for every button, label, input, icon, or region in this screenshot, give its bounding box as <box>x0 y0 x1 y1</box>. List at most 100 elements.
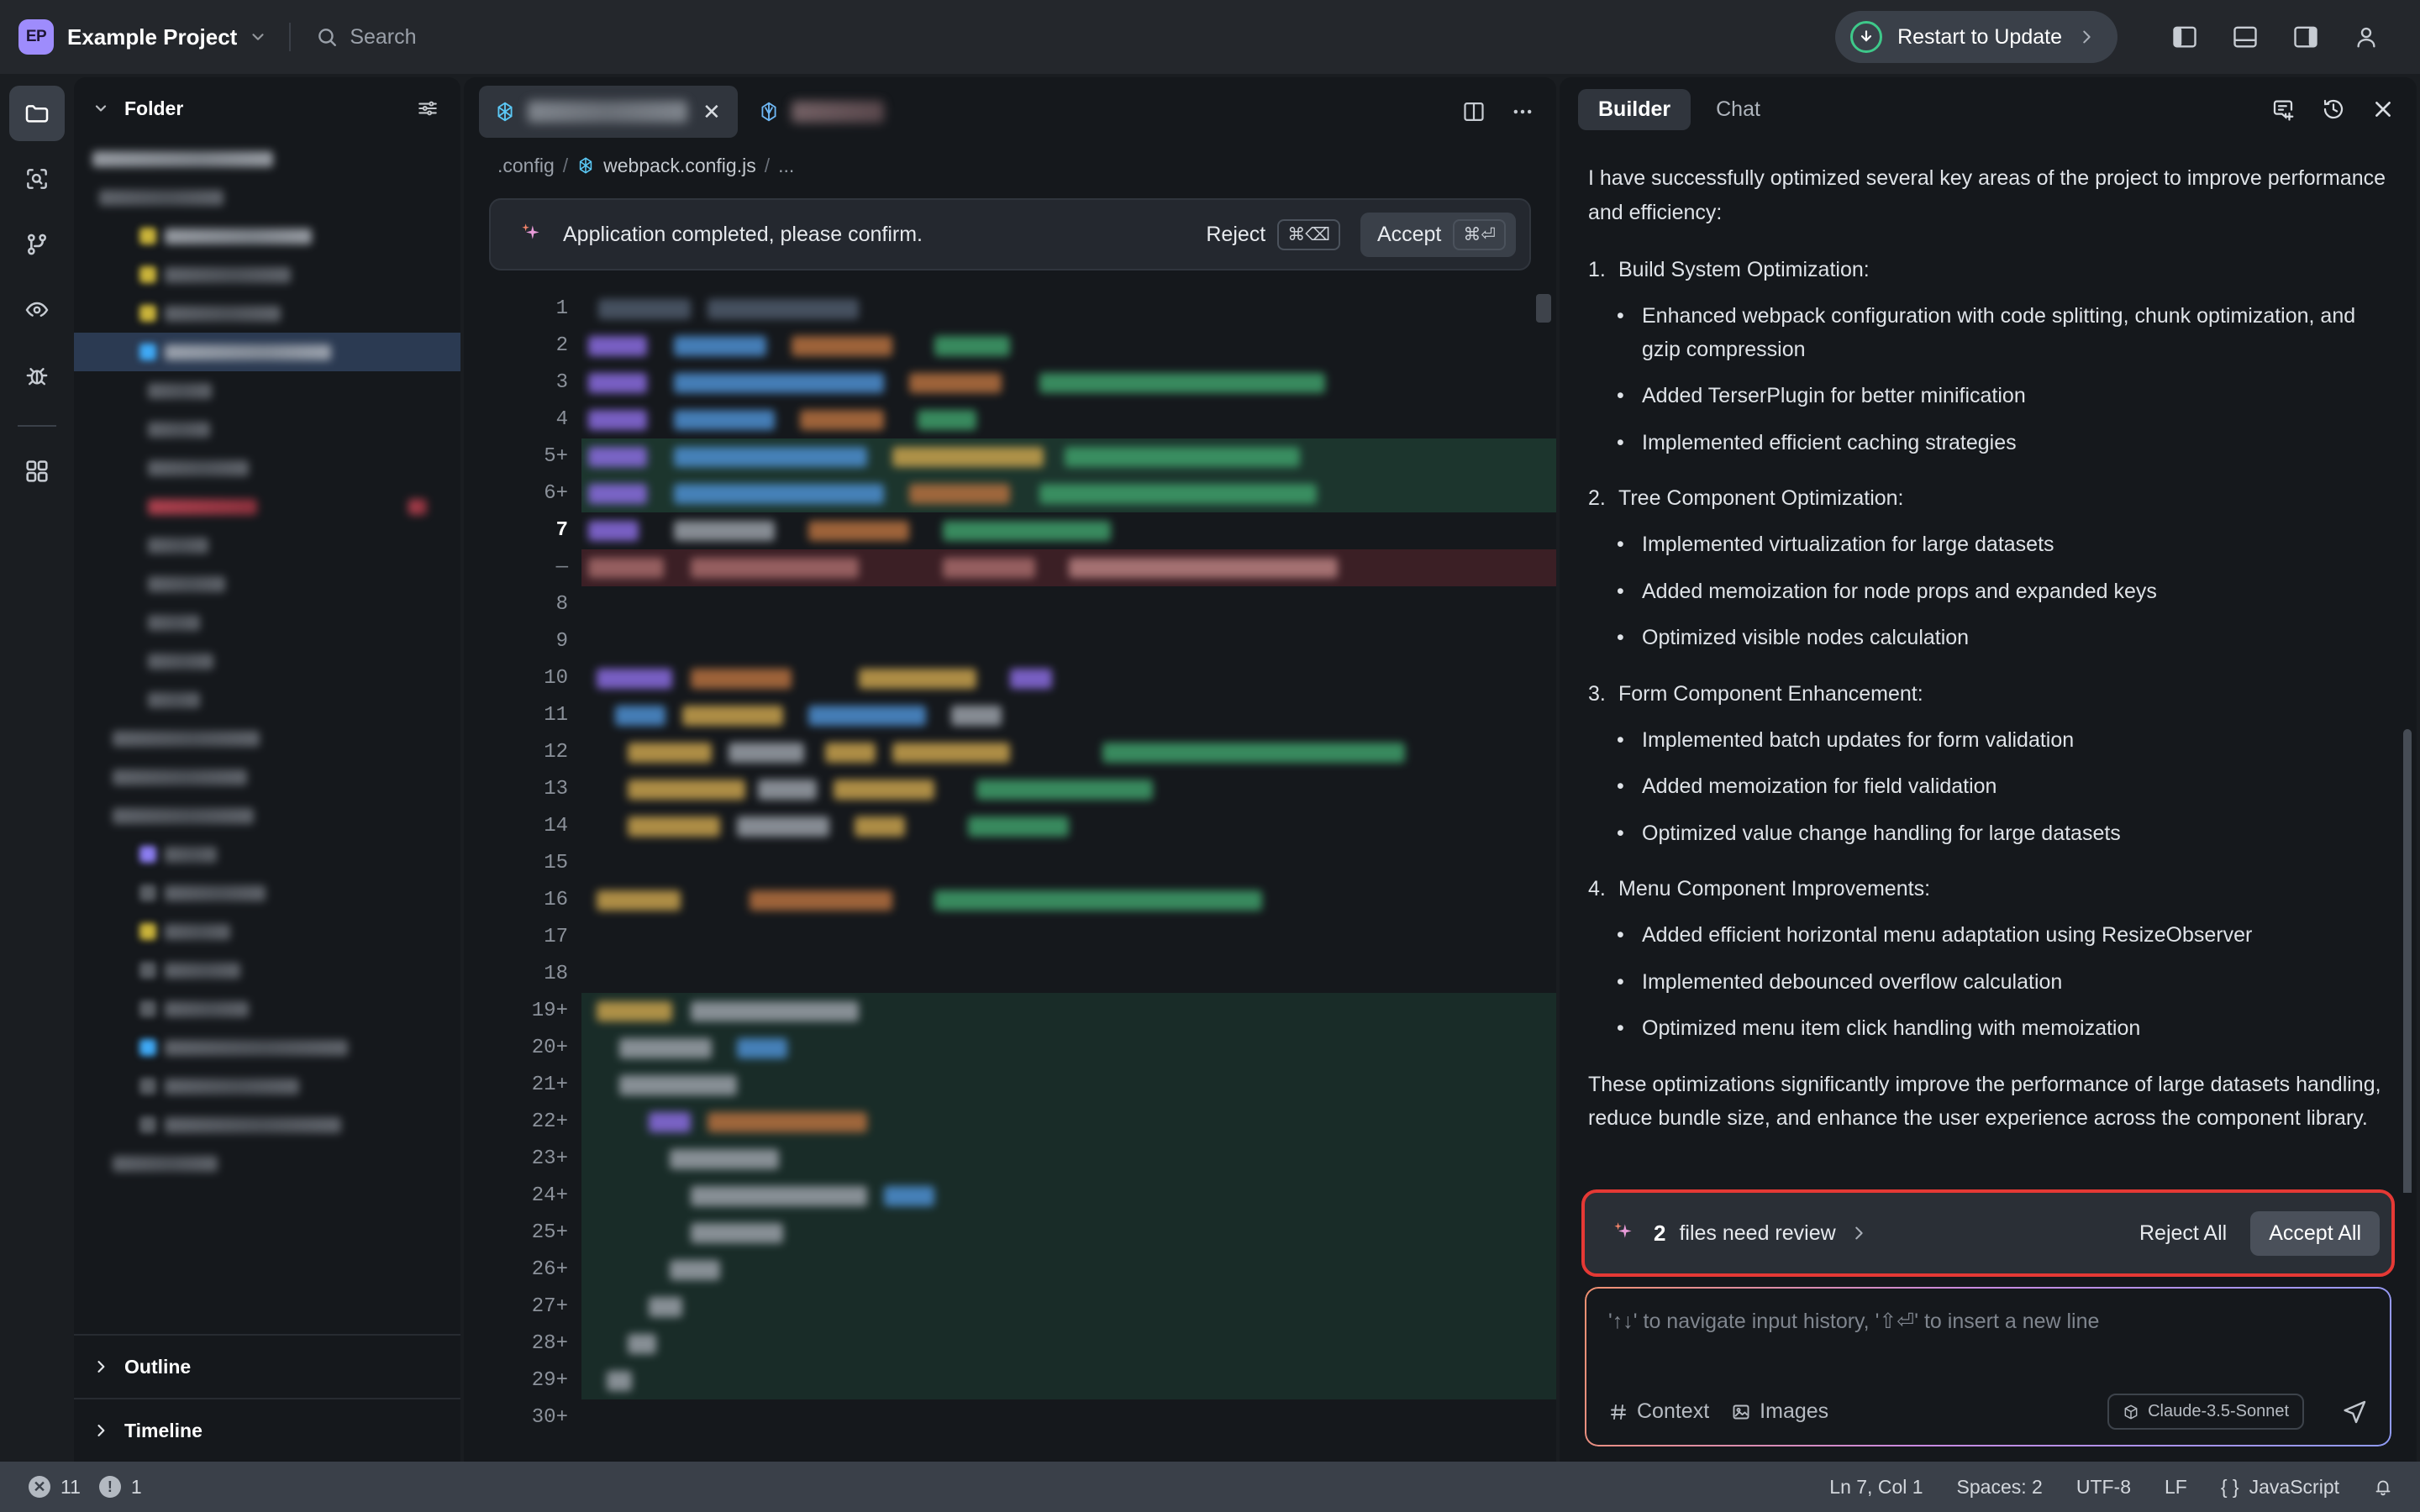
editor-tab-active[interactable]: ✕ <box>479 86 738 138</box>
tree-item[interactable] <box>74 449 460 487</box>
bell-icon[interactable] <box>2373 1477 2393 1497</box>
explorer-header[interactable]: Folder <box>74 77 460 139</box>
section-title: 3. Form Component Enhancement: <box>1588 677 2388 711</box>
tree-item-error[interactable] <box>74 487 460 526</box>
code-line-added <box>581 1252 1556 1289</box>
tree-item[interactable] <box>74 912 460 951</box>
line-number: 27+ <box>531 1295 568 1318</box>
breadcrumb-file[interactable]: webpack.config.js <box>603 155 756 177</box>
send-button[interactable] <box>2341 1399 2368 1425</box>
tree-item[interactable] <box>74 1028 460 1067</box>
tab-chat[interactable]: Chat <box>1696 89 1781 130</box>
section-title: 2. Tree Component Optimization: <box>1588 481 2388 515</box>
tree-item[interactable] <box>74 139 460 178</box>
tree-item[interactable] <box>74 990 460 1028</box>
close-icon[interactable]: ✕ <box>699 99 724 125</box>
panel-bottom-icon[interactable] <box>2215 12 2275 62</box>
project-name[interactable]: Example Project <box>67 24 237 50</box>
tree-item[interactable] <box>74 642 460 680</box>
tree-item[interactable] <box>74 758 460 796</box>
breadcrumb[interactable]: .config / webpack.config.js / ... <box>464 141 1556 190</box>
search-input[interactable]: Search <box>316 25 417 50</box>
sliders-icon[interactable] <box>417 97 439 119</box>
chevron-down-icon[interactable] <box>249 28 267 46</box>
tree-item[interactable] <box>74 719 460 758</box>
tree-item[interactable] <box>74 410 460 449</box>
tree-item[interactable] <box>74 874 460 912</box>
tree-item[interactable] <box>74 796 460 835</box>
context-button[interactable]: Context <box>1608 1399 1709 1424</box>
status-problems[interactable]: ✕ 11 ! 1 <box>29 1476 142 1499</box>
assistant-message-list[interactable]: I have successfully optimized several ke… <box>1560 141 2417 1193</box>
file-tree[interactable] <box>74 139 460 1334</box>
images-button[interactable]: Images <box>1731 1399 1828 1424</box>
tree-item[interactable] <box>74 1144 460 1183</box>
tree-item[interactable] <box>74 371 460 410</box>
breadcrumb-folder[interactable]: .config <box>497 155 555 177</box>
line-number: 5+ <box>544 445 568 468</box>
split-editor-icon[interactable] <box>1462 100 1486 123</box>
tree-item[interactable] <box>74 217 460 255</box>
tree-item[interactable] <box>74 178 460 217</box>
accept-all-button[interactable]: Accept All <box>2250 1210 2380 1256</box>
tree-item[interactable] <box>74 255 460 294</box>
status-encoding[interactable]: UTF-8 <box>2076 1476 2131 1499</box>
close-icon[interactable] <box>2371 97 2395 121</box>
history-icon[interactable] <box>2321 97 2346 122</box>
reject-button[interactable]: Reject ⌘⌫ <box>1192 213 1350 257</box>
chevron-down-icon[interactable] <box>92 100 109 117</box>
sidebar-item-explorer[interactable] <box>9 86 65 141</box>
chat-input[interactable]: '↑↓' to navigate input history, '⇧⏎' to … <box>1608 1309 2368 1334</box>
editor-tab-secondary[interactable] <box>743 86 897 138</box>
restart-to-update-button[interactable]: Restart to Update <box>1835 11 2118 63</box>
chevron-right-icon[interactable] <box>1849 1224 1868 1242</box>
tree-item[interactable] <box>74 294 460 333</box>
status-language[interactable]: { } JavaScript <box>2221 1476 2339 1499</box>
breadcrumb-separator: / <box>764 154 771 176</box>
status-cursor-position[interactable]: Ln 7, Col 1 <box>1829 1476 1923 1499</box>
account-icon[interactable] <box>2336 12 2396 62</box>
timeline-section-header[interactable]: Timeline <box>74 1398 460 1462</box>
status-indentation[interactable]: Spaces: 2 <box>1957 1476 2043 1499</box>
accept-button[interactable]: Accept ⌘⏎ <box>1360 212 1516 257</box>
sidebar-item-search[interactable] <box>9 151 65 207</box>
tree-item[interactable] <box>74 603 460 642</box>
tree-item-selected[interactable] <box>74 333 460 371</box>
code-line <box>581 660 1556 697</box>
chevron-right-icon[interactable] <box>2077 28 2096 46</box>
sidebar-item-source-control[interactable] <box>9 217 65 272</box>
tree-item[interactable] <box>74 564 460 603</box>
tab-builder[interactable]: Builder <box>1578 88 1691 130</box>
panel-right-icon[interactable] <box>2275 12 2336 62</box>
outline-section-header[interactable]: Outline <box>74 1334 460 1398</box>
code-line <box>581 734 1556 771</box>
tree-item[interactable] <box>74 680 460 719</box>
reject-all-button[interactable]: Reject All <box>2124 1211 2242 1256</box>
chat-composer[interactable]: '↑↓' to navigate input history, '⇧⏎' to … <box>1585 1287 2391 1446</box>
model-selector[interactable]: Claude-3.5-Sonnet <box>2107 1394 2304 1430</box>
sidebar-item-debug[interactable] <box>9 348 65 403</box>
panel-left-icon[interactable] <box>2154 12 2215 62</box>
sidebar-item-preview[interactable] <box>9 282 65 338</box>
tree-item[interactable] <box>74 526 460 564</box>
image-icon <box>1731 1402 1751 1422</box>
new-chat-icon[interactable] <box>2270 97 2296 122</box>
tree-item[interactable] <box>74 835 460 874</box>
more-actions-icon[interactable] <box>1511 100 1534 123</box>
assistant-scrollbar[interactable] <box>2403 729 2412 1193</box>
code-editor[interactable]: 1 2 3 4 5+ 6+ 7—8 9 10 11 12 13 14 15 16 17 18 19+ 20+ 21+ 2… <box>464 282 1556 1462</box>
tree-item[interactable] <box>74 1067 460 1105</box>
editor-scrollbar[interactable] <box>1536 294 1551 323</box>
sidebar-item-extensions[interactable] <box>9 444 65 499</box>
tree-item[interactable] <box>74 951 460 990</box>
project-badge: EP <box>18 19 54 55</box>
code-content[interactable] <box>581 282 1556 1462</box>
line-number: 28+ <box>531 1332 568 1355</box>
section-bullets: Enhanced webpack configuration with code… <box>1617 300 2388 459</box>
optimization-sections: 1.Build System Optimization: Enhanced web… <box>1588 253 2388 1046</box>
line-number: 4 <box>555 408 568 431</box>
status-eol[interactable]: LF <box>2165 1476 2187 1499</box>
braces-icon: { } <box>2220 1475 2239 1498</box>
breadcrumb-more[interactable]: ... <box>778 155 794 177</box>
tree-item[interactable] <box>74 1105 460 1144</box>
